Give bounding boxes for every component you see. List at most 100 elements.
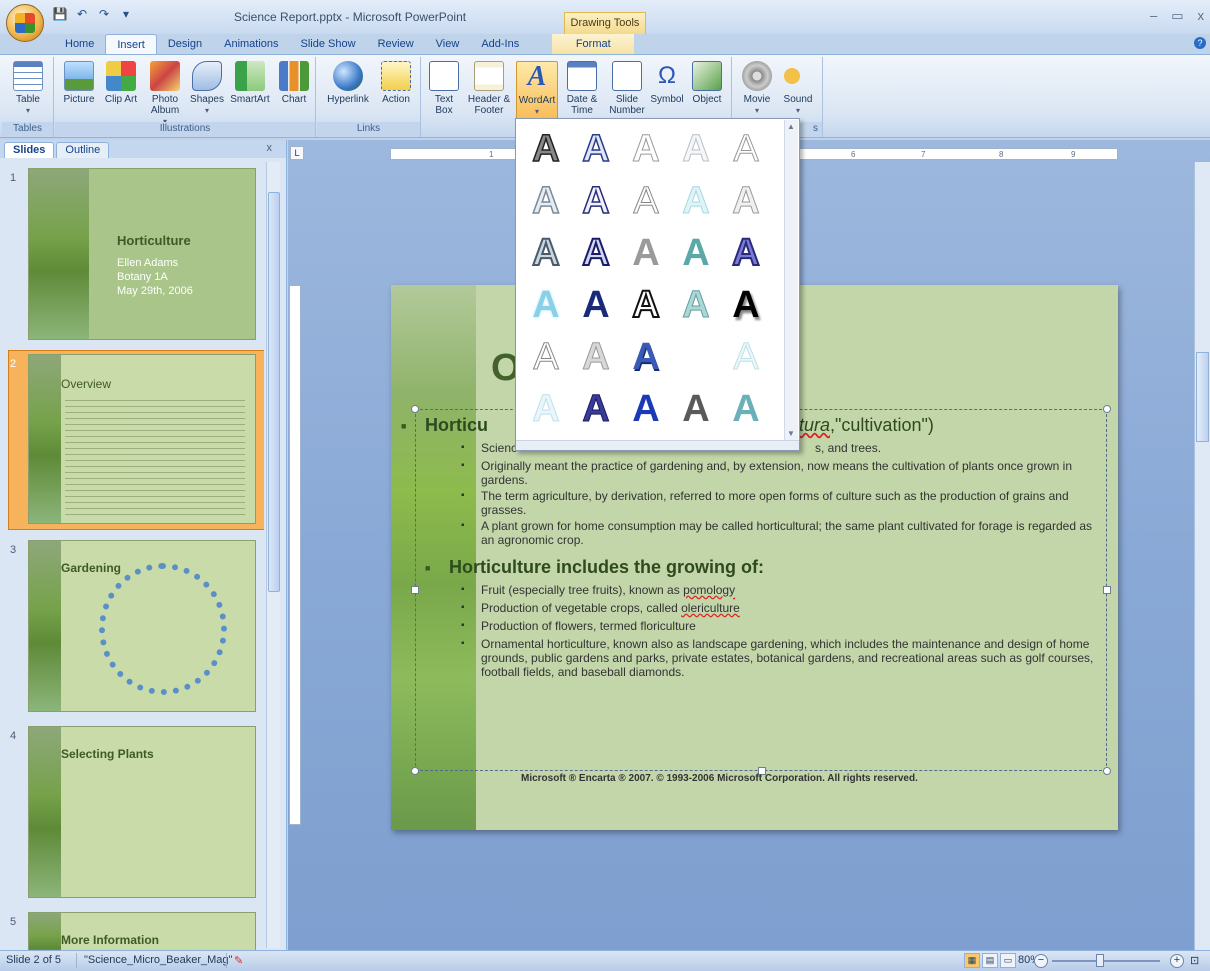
tab-outline[interactable]: Outline: [56, 142, 110, 158]
resize-handle[interactable]: [411, 586, 419, 594]
table-button[interactable]: Table ▾: [10, 61, 46, 116]
slide-number-button[interactable]: Slide Number: [606, 61, 648, 116]
tab-slides[interactable]: Slides: [4, 142, 55, 158]
picture-button[interactable]: Picture: [61, 61, 97, 105]
wordart-style-black-white[interactable]: A: [622, 281, 670, 329]
tab-animations[interactable]: Animations: [213, 34, 289, 54]
tab-insert[interactable]: Insert: [105, 34, 157, 54]
wordart-style-indigo-gradient[interactable]: A: [572, 385, 620, 433]
symbol-button[interactable]: Ω Symbol: [648, 61, 686, 105]
tab-view[interactable]: View: [425, 34, 471, 54]
scroll-up-icon[interactable]: ▲: [787, 122, 795, 131]
wordart-grid: AAAAAAAAAAAAAAAAAAAAAAAAAAAAA: [522, 125, 784, 437]
wordart-style-navy-bevel[interactable]: A: [572, 229, 620, 277]
slide-thumbnail-5[interactable]: 5 More Information: [6, 912, 260, 950]
wordart-style-ice[interactable]: A: [522, 385, 570, 433]
shapes-button[interactable]: Shapes ▾: [189, 61, 225, 116]
scrollbar-thumb[interactable]: [1196, 352, 1209, 442]
help-icon[interactable]: ?: [1194, 37, 1206, 49]
chart-button[interactable]: Chart: [277, 61, 311, 105]
editor-scrollbar[interactable]: [1194, 162, 1210, 950]
tab-add-ins[interactable]: Add-Ins: [470, 34, 530, 54]
wordart-style-steel-bevel[interactable]: A: [522, 229, 570, 277]
wordart-style-gray-soft[interactable]: A: [722, 177, 770, 225]
slide-thumbnail-4[interactable]: 4 Selecting Plants: [6, 726, 260, 902]
spelling-icon[interactable]: ✎: [234, 954, 243, 967]
wordart-style-cyan-soft[interactable]: A: [672, 177, 720, 225]
object-button[interactable]: Object: [688, 61, 726, 105]
date-time-button[interactable]: Date & Time: [562, 61, 602, 116]
office-button[interactable]: [6, 4, 44, 42]
smartart-button[interactable]: SmartArt: [227, 61, 273, 105]
photo-album-button[interactable]: Photo Album▾: [145, 61, 185, 127]
content-placeholder[interactable]: [411, 405, 1111, 775]
wordart-style-silver[interactable]: A: [572, 333, 620, 381]
slide-thumbnail-3[interactable]: 3 Gardening: [6, 540, 260, 716]
resize-handle[interactable]: [1103, 767, 1111, 775]
resize-handle[interactable]: [411, 405, 419, 413]
wordart-style-teal-reflect[interactable]: A: [672, 281, 720, 329]
wordart-style-gray-outline[interactable]: A: [522, 177, 570, 225]
wordart-style-navy-outline[interactable]: A: [572, 177, 620, 225]
zoom-slider-knob[interactable]: [1096, 954, 1104, 967]
hyperlink-button[interactable]: Hyperlink: [323, 61, 373, 105]
wordart-style-black-shadow[interactable]: A: [722, 281, 770, 329]
zoom-slider[interactable]: [1052, 960, 1160, 962]
action-button[interactable]: Action: [377, 61, 415, 105]
wordart-style-thin-italic[interactable]: A: [722, 125, 770, 173]
tab-selector[interactable]: L: [290, 146, 304, 160]
tab-home[interactable]: Home: [54, 34, 105, 54]
restore-button[interactable]: ▭: [1171, 8, 1183, 24]
header-footer-button[interactable]: Header & Footer: [466, 61, 512, 116]
wordart-style-light-outline[interactable]: A: [622, 125, 670, 173]
minimize-button[interactable]: –: [1150, 8, 1157, 24]
undo-icon[interactable]: ↶: [74, 6, 90, 22]
tab-review[interactable]: Review: [367, 34, 425, 54]
save-icon[interactable]: 💾: [52, 6, 68, 22]
wordart-style-purple-bevel[interactable]: A: [722, 229, 770, 277]
resize-handle[interactable]: [1103, 405, 1111, 413]
clip-art-button[interactable]: Clip Art: [103, 61, 139, 105]
wordart-style-gray-reflect[interactable]: A: [522, 333, 570, 381]
wordart-style-pale-outline[interactable]: A: [672, 125, 720, 173]
wordart-style-thin-outline[interactable]: A: [622, 177, 670, 225]
zoom-in-button[interactable]: +: [1170, 954, 1184, 968]
fit-to-window-icon[interactable]: ⊡: [1190, 954, 1199, 967]
slide-thumbnail-1[interactable]: 1 Horticulture Ellen Adams Botany 1A May…: [6, 168, 260, 344]
resize-handle[interactable]: [1103, 586, 1111, 594]
scrollbar-thumb[interactable]: [268, 192, 280, 592]
text-box-button[interactable]: Text Box: [428, 61, 460, 116]
wordart-style-royal-blue[interactable]: A: [622, 385, 670, 433]
wordart-style-cyan-glow[interactable]: A: [522, 281, 570, 329]
wordart-style-gray-bold[interactable]: A: [672, 385, 720, 433]
normal-view-button[interactable]: ▦: [964, 953, 980, 968]
wordart-style-teal-bold[interactable]: A: [722, 385, 770, 433]
resize-handle[interactable]: [411, 767, 419, 775]
wordart-style-empty[interactable]: [672, 333, 720, 381]
sound-button[interactable]: Sound ▾: [779, 61, 817, 116]
wordart-style-navy-solid[interactable]: A: [572, 281, 620, 329]
wordart-style-pale-cyan[interactable]: A: [722, 333, 770, 381]
close-pane-button[interactable]: x: [267, 142, 273, 154]
tab-slide-show[interactable]: Slide Show: [290, 34, 367, 54]
wordart-style-teal-gradient[interactable]: A: [672, 229, 720, 277]
movie-button[interactable]: Movie ▾: [737, 61, 777, 116]
scroll-down-icon[interactable]: ▼: [787, 429, 795, 438]
tab-format[interactable]: Format: [552, 34, 635, 54]
slide-show-view-button[interactable]: ▭: [1000, 953, 1016, 968]
wordart-style-blue-outline[interactable]: A: [572, 125, 620, 173]
gallery-resize-grip[interactable]: [516, 440, 799, 450]
zoom-out-button[interactable]: −: [1034, 954, 1048, 968]
wordart-style-blue-3d[interactable]: A: [622, 333, 670, 381]
wordart-style-gray-gradient[interactable]: A: [622, 229, 670, 277]
slides-scrollbar[interactable]: [266, 162, 280, 948]
vertical-ruler[interactable]: [289, 285, 301, 825]
gallery-scrollbar[interactable]: ▲ ▼: [784, 120, 798, 440]
slide-sorter-view-button[interactable]: ▤: [982, 953, 998, 968]
customize-icon[interactable]: ▾: [118, 6, 134, 22]
close-button[interactable]: x: [1198, 8, 1205, 24]
tab-design[interactable]: Design: [157, 34, 213, 54]
slide-thumbnail-2[interactable]: 2 Overview: [6, 354, 260, 528]
redo-icon[interactable]: ↷: [96, 6, 112, 22]
wordart-style-plain-gray-outline[interactable]: A: [522, 125, 570, 173]
